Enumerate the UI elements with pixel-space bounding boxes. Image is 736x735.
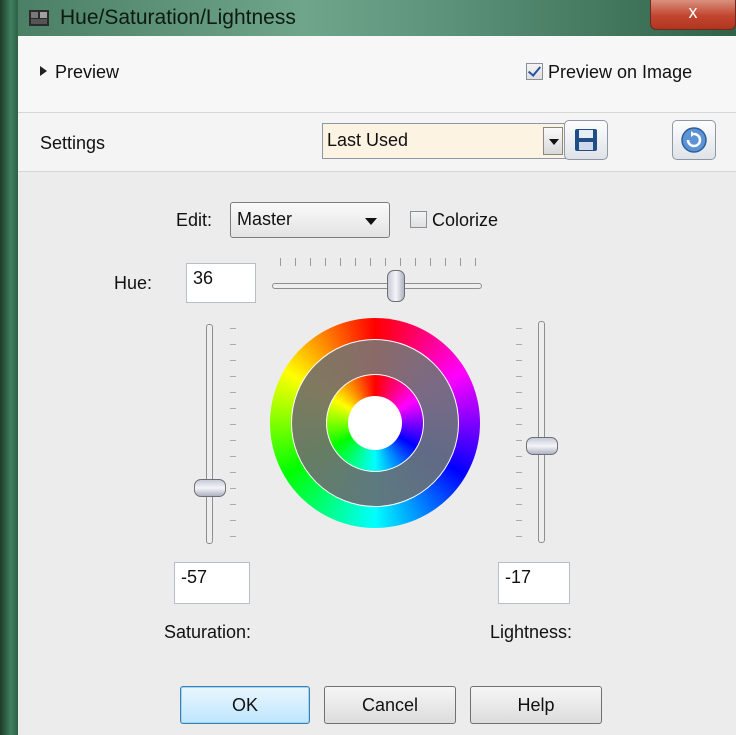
reset-arrow-icon [681, 127, 707, 153]
lightness-label: Lightness: [490, 622, 573, 642]
colorize-checkbox[interactable]: Colorize [410, 210, 498, 231]
lightness-slider-thumb[interactable] [526, 437, 558, 455]
hue-label: Hue: [114, 273, 153, 293]
window-title: Hue/Saturation/Lightness [60, 6, 296, 29]
hue-color-wheel [270, 318, 480, 528]
lightness-slider-ticks [516, 328, 522, 540]
chevron-down-icon[interactable] [543, 127, 563, 155]
checkbox-checked-icon[interactable] [526, 63, 543, 80]
lightness-slider-track[interactable] [538, 321, 545, 543]
edit-label: Edit: [176, 210, 213, 230]
saturation-slider-track[interactable] [206, 324, 213, 544]
lightness-value: -17 [505, 567, 532, 587]
saturation-value: -57 [181, 567, 208, 587]
settings-preset-select[interactable]: Last Used [322, 123, 566, 159]
colorize-label: Colorize [432, 210, 499, 230]
ok-button[interactable]: OK [180, 686, 310, 724]
saturation-slider-ticks [230, 328, 236, 540]
hue-wheel-center [348, 396, 402, 450]
saturation-label: Saturation: [164, 622, 252, 642]
settings-selected-value: Last Used [327, 130, 409, 150]
hue-slider-thumb[interactable] [387, 270, 405, 302]
preview-label: Preview [55, 62, 120, 82]
help-button[interactable]: Help [470, 686, 602, 724]
title-bar[interactable]: Hue/Saturation/Lightness x [18, 0, 736, 36]
dialog-body: Preview Preview on Image Settings Last U… [18, 36, 736, 735]
lightness-input[interactable]: -17 [498, 562, 570, 604]
edit-selected-value: Master [237, 209, 293, 229]
preview-on-image-checkbox[interactable]: Preview on Image [526, 62, 692, 83]
settings-label: Settings [40, 133, 106, 153]
checkbox-unchecked-icon[interactable] [410, 211, 427, 228]
saturation-slider-thumb[interactable] [194, 479, 226, 497]
close-icon: x [688, 2, 698, 22]
cancel-button[interactable]: Cancel [324, 686, 456, 724]
preview-on-image-label: Preview on Image [548, 62, 693, 82]
saturation-input[interactable]: -57 [174, 562, 250, 604]
hue-slider-track[interactable] [272, 283, 482, 289]
reset-button[interactable] [672, 120, 716, 160]
edit-channel-select[interactable]: Master [230, 202, 390, 238]
app-icon [29, 10, 49, 26]
preview-row: Preview Preview on Image [18, 36, 736, 113]
preview-expander[interactable]: Preview [40, 62, 119, 83]
close-button[interactable]: x [650, 0, 736, 30]
hue-value: 36 [193, 268, 214, 288]
settings-row: Settings Last Used [18, 113, 736, 172]
save-preset-button[interactable] [564, 120, 608, 160]
expand-triangle-icon [40, 66, 47, 76]
chevron-down-icon [365, 218, 377, 225]
background-window-edge [0, 0, 18, 735]
hue-input[interactable]: 36 [186, 263, 256, 303]
hue-slider-ticks [280, 258, 476, 266]
save-disk-icon [575, 129, 597, 151]
